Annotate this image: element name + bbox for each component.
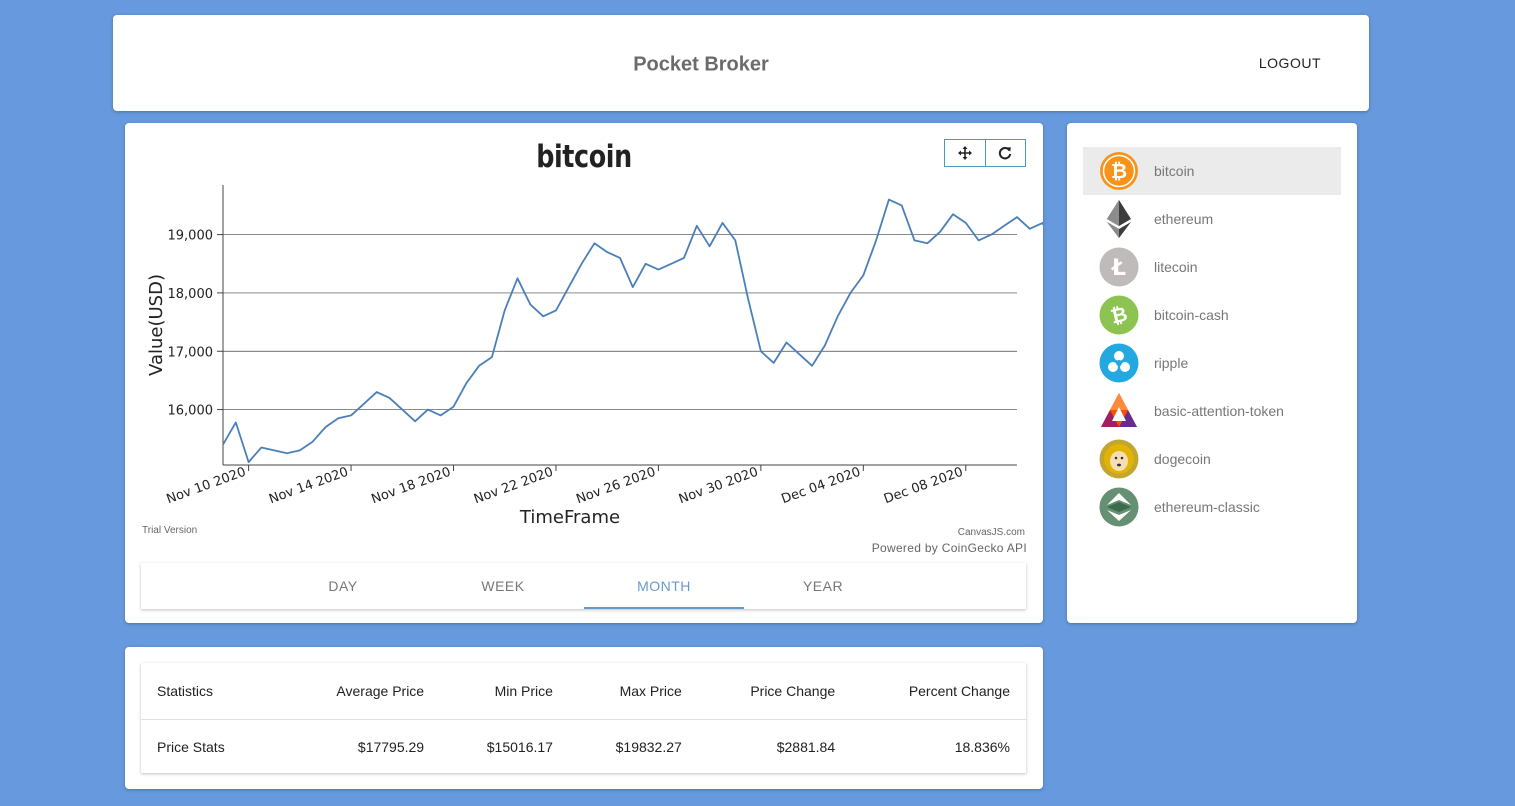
- move-icon[interactable]: [945, 140, 985, 166]
- cell-max-price: $19832.27: [615, 738, 682, 755]
- trial-watermark: Trial Version: [142, 525, 198, 536]
- cell-min-price: $15016.17: [486, 738, 553, 755]
- y-tick-label: 17,000: [168, 345, 214, 360]
- ripple-icon: [1099, 343, 1139, 383]
- coin-label: basic-attention-token: [1154, 403, 1284, 419]
- dogecoin-icon: [1099, 439, 1139, 479]
- coin-item-dogecoin[interactable]: dogecoin: [1083, 435, 1341, 483]
- tab-month[interactable]: MONTH: [584, 563, 744, 609]
- cell-percent-change: 18.836%: [954, 738, 1010, 755]
- col-average-price: Average Price: [283, 663, 441, 720]
- y-tick-label: 16,000: [168, 404, 214, 419]
- x-tick-label: Nov 10 2020: [165, 465, 248, 508]
- coin-item-ethereum[interactable]: ethereum: [1083, 195, 1341, 243]
- tab-day[interactable]: DAY: [263, 563, 423, 609]
- tab-week[interactable]: WEEK: [423, 563, 583, 609]
- litecoin-icon: Ł: [1099, 247, 1139, 287]
- ethereum-icon: [1107, 200, 1131, 238]
- svg-text:₿: ₿: [1111, 159, 1127, 183]
- x-tick-label: Dec 04 2020: [780, 465, 863, 507]
- col-price-change: Price Change: [697, 663, 852, 720]
- x-tick-label: Nov 30 2020: [677, 465, 760, 508]
- coin-label: bitcoin-cash: [1154, 307, 1229, 323]
- x-axis-title: TimeFrame: [519, 507, 620, 528]
- coin-item-bitcoin-cash[interactable]: ₿ bitcoin-cash: [1083, 291, 1341, 339]
- y-tick-label: 18,000: [168, 287, 214, 302]
- x-tick-label: Nov 14 2020: [267, 465, 350, 508]
- y-axis-title: Value(USD): [146, 274, 167, 376]
- coin-label: ripple: [1154, 355, 1189, 371]
- coin-item-litecoin[interactable]: Ł litecoin: [1083, 243, 1341, 291]
- x-tick-label: Dec 08 2020: [882, 465, 965, 507]
- reset-icon[interactable]: [984, 140, 1026, 166]
- logout-button[interactable]: LOGOUT: [1259, 55, 1321, 71]
- coin-item-basic-attention-token[interactable]: basic-attention-token: [1083, 387, 1341, 435]
- table-row: Price Stats $17795.29 $15016.17 $19832.2…: [141, 720, 1026, 774]
- app-header: Pocket Broker LOGOUT: [113, 15, 1369, 111]
- coin-label: litecoin: [1154, 259, 1198, 275]
- price-chart[interactable]: 16,000 17,000 18,000 19,000 Nov 10 2020 Nov 1…: [125, 123, 1043, 543]
- stats-table: Statistics Average Price Min Price Max P…: [141, 663, 1026, 773]
- bat-icon: [1101, 393, 1137, 427]
- coin-item-bitcoin[interactable]: ₿ bitcoin: [1083, 147, 1341, 195]
- app-title: Pocket Broker: [633, 53, 769, 76]
- canvasjs-credit[interactable]: CanvasJS.com: [958, 527, 1025, 538]
- chart-title: bitcoin: [536, 139, 632, 175]
- x-tick-label: Nov 26 2020: [574, 465, 657, 508]
- col-min-price: Min Price: [440, 663, 569, 720]
- timeframe-tabs: DAY WEEK MONTH YEAR: [141, 563, 1026, 609]
- price-line: [222, 198, 1043, 463]
- bitcoin-cash-icon: ₿: [1099, 295, 1139, 335]
- bitcoin-icon: ₿: [1100, 152, 1138, 190]
- x-tick-label: Nov 18 2020: [370, 465, 453, 508]
- cell-row-label: Price Stats: [157, 738, 225, 755]
- col-statistics: Statistics: [141, 663, 283, 720]
- chart-toolbar: [944, 139, 1026, 167]
- col-percent-change: Percent Change: [851, 663, 1026, 720]
- coin-list: ₿ bitcoin ethereum Ł litecoin ₿ bitcoin-…: [1067, 123, 1357, 623]
- coin-label: dogecoin: [1154, 451, 1211, 467]
- ethereum-classic-icon: [1099, 487, 1139, 527]
- tab-year[interactable]: YEAR: [743, 563, 903, 609]
- powered-by-text: Powered by CoinGecko API: [871, 541, 1027, 555]
- x-tick-label: Nov 22 2020: [472, 465, 555, 508]
- svg-text:Ł: Ł: [1111, 256, 1126, 281]
- stats-header-row: Statistics Average Price Min Price Max P…: [141, 663, 1026, 720]
- coin-item-ethereum-classic[interactable]: ethereum-classic: [1083, 483, 1341, 531]
- coin-label: ethereum-classic: [1154, 499, 1260, 515]
- cell-average-price: $17795.29: [357, 738, 425, 755]
- coin-item-ripple[interactable]: ripple: [1083, 339, 1341, 387]
- y-tick-label: 19,000: [168, 229, 214, 244]
- coin-label: bitcoin: [1154, 163, 1195, 179]
- chart-card: 16,000 17,000 18,000 19,000 Nov 10 2020 Nov 1…: [125, 123, 1043, 623]
- col-max-price: Max Price: [568, 663, 698, 720]
- coin-label: ethereum: [1154, 211, 1214, 227]
- stats-card: Statistics Average Price Min Price Max P…: [125, 647, 1043, 789]
- cell-price-change: $2881.84: [776, 738, 836, 755]
